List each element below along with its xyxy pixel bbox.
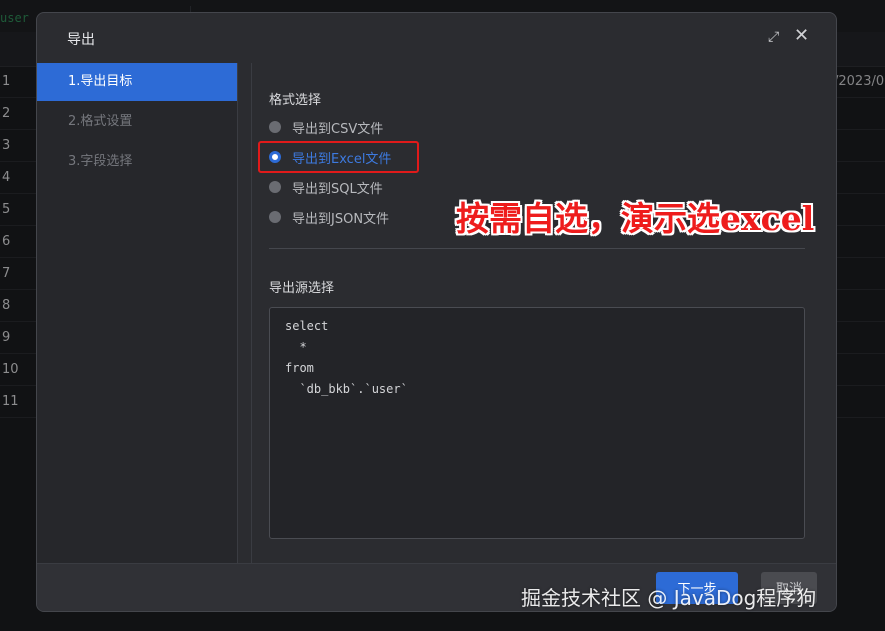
format-option-label: 导出到JSON文件 (292, 211, 390, 227)
step-content: 格式选择 导出到CSV文件 导出到Excel文件 导出到SQL文件 导出到JSO… (251, 63, 836, 563)
radio-icon[interactable] (269, 181, 281, 193)
radio-icon[interactable] (269, 121, 281, 133)
format-option-label: 导出到CSV文件 (292, 121, 384, 137)
annotation-text: 按需自选，演示选excel (456, 199, 815, 238)
step-sidebar: 1.导出目标 2.格式设置 3.字段选择 (37, 63, 238, 563)
dialog-title: 导出 (67, 32, 95, 48)
sql-line: from (285, 361, 314, 375)
radio-icon[interactable] (269, 211, 281, 223)
section-divider (269, 248, 805, 249)
step-field-selection[interactable]: 3.字段选择 (37, 143, 237, 181)
annotation-highlight-box (258, 141, 419, 173)
sql-source-editor[interactable]: select * from `db_bkb`.`user` (269, 307, 805, 539)
format-section-title: 格式选择 (269, 93, 322, 108)
watermark: 掘金技术社区 @ JavaDog程序狗 (521, 586, 817, 610)
export-dialog: 导出 ⤢ ✕ 1.导出目标 2.格式设置 3.字段选择 格式选择 导出到CSV文… (36, 12, 837, 612)
dialog-header: 导出 ⤢ ✕ (37, 13, 836, 63)
sql-line: * (285, 340, 307, 354)
step-format-settings[interactable]: 2.格式设置 (37, 103, 237, 141)
expand-icon[interactable]: ⤢ (768, 30, 782, 44)
sql-line: select (285, 319, 329, 333)
dialog-body: 1.导出目标 2.格式设置 3.字段选择 格式选择 导出到CSV文件 导出到Ex… (37, 63, 836, 563)
close-icon[interactable]: ✕ (794, 27, 810, 45)
format-option-sql[interactable]: 导出到SQL文件 (269, 176, 383, 198)
step-export-target[interactable]: 1.导出目标 (37, 63, 237, 101)
format-option-json[interactable]: 导出到JSON文件 (269, 206, 389, 228)
format-option-csv[interactable]: 导出到CSV文件 (269, 116, 383, 138)
sql-line: `db_bkb`.`user` (285, 382, 408, 396)
format-option-label: 导出到SQL文件 (292, 181, 383, 197)
source-section-title: 导出源选择 (269, 281, 335, 296)
